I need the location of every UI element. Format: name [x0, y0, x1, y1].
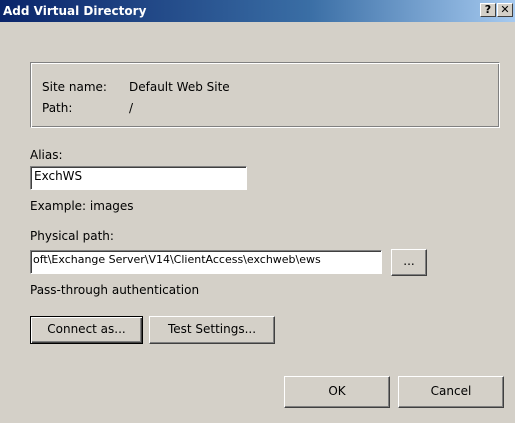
browse-button[interactable]: ... [391, 249, 427, 276]
title-bar[interactable]: Add Virtual Directory ? ✕ [0, 0, 515, 22]
help-icon: ? [484, 3, 492, 16]
physical-path-input[interactable]: oft\Exchange Server\V14\ClientAccess\exc… [30, 250, 382, 274]
alias-input-value: ExchWS [34, 169, 83, 183]
connect-as-button-label: Connect as... [47, 322, 126, 336]
ok-button[interactable]: OK [284, 376, 390, 408]
path-value: / [129, 101, 134, 115]
close-button[interactable]: ✕ [497, 3, 513, 17]
test-settings-button-label: Test Settings... [167, 322, 257, 336]
cancel-button[interactable]: Cancel [398, 376, 504, 408]
site-name-value: Default Web Site [129, 80, 230, 94]
add-virtual-directory-dialog: Add Virtual Directory ? ✕ Site name: Def… [0, 0, 515, 423]
ok-button-label: OK [328, 384, 346, 398]
help-button[interactable]: ? [480, 3, 496, 17]
physical-path-label: Physical path: [30, 229, 114, 243]
test-settings-button[interactable]: Test Settings... [149, 316, 275, 344]
alias-example-text: Example: images [30, 199, 134, 213]
site-info-groupbox [30, 62, 500, 128]
close-icon: ✕ [500, 3, 510, 16]
path-label: Path: [42, 101, 73, 115]
site-name-label: Site name: [42, 80, 107, 94]
cancel-button-label: Cancel [430, 384, 472, 398]
window-title: Add Virtual Directory [3, 4, 147, 18]
alias-input[interactable]: ExchWS [30, 166, 247, 190]
pass-through-auth-label: Pass-through authentication [30, 283, 200, 297]
browse-button-label: ... [403, 254, 415, 268]
alias-label: Alias: [30, 148, 63, 162]
connect-as-button[interactable]: Connect as... [30, 316, 143, 344]
physical-path-input-value: oft\Exchange Server\V14\ClientAccess\exc… [33, 253, 321, 266]
